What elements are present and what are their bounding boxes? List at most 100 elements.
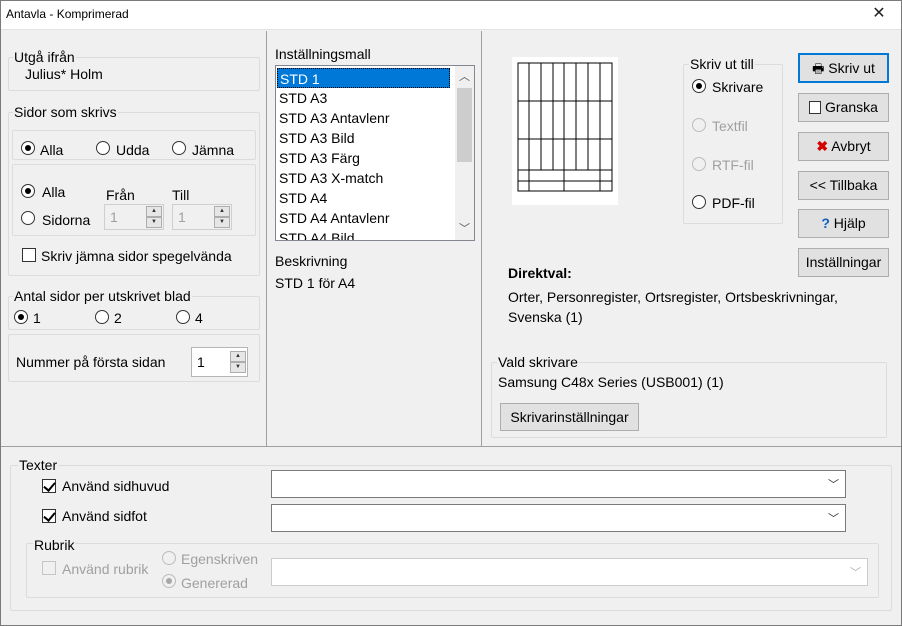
range-all-radio[interactable]	[21, 184, 35, 198]
help-button-label: Hjälp	[833, 215, 866, 231]
header-combo[interactable]: ﹀	[271, 470, 846, 498]
pages-per-sheet-1-label: 1	[33, 310, 41, 326]
pages-to-print-legend: Sidor som skrivs	[13, 104, 118, 120]
settings-button[interactable]: Inställningar	[798, 248, 889, 277]
print-to-legend: Skriv ut till	[689, 56, 755, 72]
bottom-panel-divider	[1, 446, 901, 447]
directives-line-1: Orter, Personregister, Ortsregister, Ort…	[508, 289, 838, 305]
printer-icon: 🖶	[812, 61, 825, 76]
range-pages-label: Sidorna	[42, 212, 91, 228]
scrollbar-thumb[interactable]	[457, 88, 472, 162]
first-page-number-label: Nummer på första sidan	[16, 354, 166, 370]
pages-per-sheet-4-label: 4	[195, 310, 203, 326]
chevron-down-icon[interactable]: ﹀	[828, 476, 839, 492]
template-scrollbar[interactable]: ︿ ﹀	[455, 66, 474, 240]
print-to-rtf-radio[interactable]	[692, 157, 706, 171]
x-icon: ✖	[816, 138, 829, 154]
template-item[interactable]: STD 1	[277, 68, 450, 88]
pages-per-sheet-2-radio[interactable]	[95, 310, 109, 324]
to-spinner-buttons[interactable]: ▲ ▼	[214, 206, 230, 228]
pages-per-sheet-2-label: 2	[114, 310, 122, 326]
parity-even-radio[interactable]	[172, 141, 186, 155]
back-button-label: << Tillbaka	[809, 177, 878, 193]
print-button-label: Skriv ut	[828, 60, 875, 76]
first-page-number-spinner[interactable]: 1 ▲ ▼	[191, 347, 248, 377]
template-listbox[interactable]: STD 1 STD A3 STD A3 Antavlenr STD A3 Bil…	[275, 65, 475, 241]
right-panel-divider	[481, 31, 482, 447]
spin-up-icon[interactable]: ▲	[146, 206, 162, 217]
mirror-even-label: Skriv jämna sidor spegelvända	[41, 248, 232, 264]
cancel-button-label: Avbryt	[831, 138, 871, 154]
print-to-textfile-label: Textfil	[712, 118, 748, 134]
mirror-even-checkbox[interactable]	[22, 248, 36, 262]
spin-down-icon[interactable]: ▼	[214, 217, 230, 228]
template-item[interactable]: STD A3	[277, 88, 450, 108]
template-item[interactable]: STD A4	[277, 188, 450, 208]
parity-even-label: Jämna	[192, 142, 235, 158]
use-footer-checkbox[interactable]	[42, 509, 56, 523]
template-item[interactable]: STD A3 Antavlenr	[277, 108, 450, 128]
chevron-down-icon[interactable]: ﹀	[850, 564, 861, 580]
left-panel-divider	[266, 31, 267, 447]
spin-up-icon[interactable]: ▲	[230, 351, 246, 362]
chevron-down-icon[interactable]: ﹀	[828, 510, 839, 526]
chevron-down-icon[interactable]: ﹀	[455, 220, 474, 236]
selected-printer-name: Samsung C48x Series (USB001) (1)	[498, 374, 724, 390]
heading-custom-radio[interactable]	[162, 551, 176, 565]
description-value: STD 1 för A4	[275, 275, 356, 291]
template-item[interactable]: STD A3 Färg	[277, 148, 450, 168]
use-header-label: Använd sidhuvud	[62, 478, 170, 494]
use-heading-checkbox[interactable]	[42, 561, 56, 575]
use-footer-label: Använd sidfot	[62, 508, 147, 524]
print-to-pdf-label: PDF-fil	[712, 195, 755, 211]
question-icon: ?	[821, 215, 830, 231]
template-item[interactable]: STD A4 Antavlenr	[277, 208, 450, 228]
print-to-pdf-radio[interactable]	[692, 195, 706, 209]
heading-generated-radio[interactable]	[162, 574, 176, 588]
print-to-printer-radio[interactable]	[692, 79, 706, 93]
print-button[interactable]: 🖶 Skriv ut	[798, 53, 889, 83]
from-label: Från	[106, 187, 135, 203]
range-pages-radio[interactable]	[21, 211, 35, 225]
parity-all-radio[interactable]	[21, 141, 35, 155]
first-page-spinner-buttons[interactable]: ▲ ▼	[230, 351, 246, 373]
template-label: Inställningsmall	[275, 46, 371, 62]
from-spinner-buttons[interactable]: ▲ ▼	[146, 206, 162, 228]
to-value: 1	[178, 209, 186, 225]
print-to-textfile-radio[interactable]	[692, 118, 706, 132]
use-header-checkbox[interactable]	[42, 479, 56, 493]
from-spinner[interactable]: 1 ▲ ▼	[104, 204, 164, 230]
chevron-up-icon[interactable]: ︿	[455, 68, 474, 84]
cancel-button[interactable]: ✖ Avbryt	[798, 132, 889, 161]
template-item[interactable]: STD A4 Bild	[277, 228, 450, 240]
template-item[interactable]: STD A3 Bild	[277, 128, 450, 148]
footer-combo[interactable]: ﹀	[271, 504, 846, 532]
page-layout-preview-icon	[517, 62, 613, 192]
start-from-legend: Utgå ifrån	[13, 49, 76, 65]
printer-settings-button[interactable]: Skrivarinställningar	[500, 403, 639, 431]
selected-printer-legend: Vald skrivare	[497, 354, 579, 370]
parity-odd-radio[interactable]	[96, 141, 110, 155]
settings-button-label: Inställningar	[805, 254, 882, 270]
help-button[interactable]: ? Hjälp	[798, 209, 889, 238]
close-icon[interactable]: ✕	[856, 0, 902, 30]
template-item[interactable]: STD A3 X-match	[277, 168, 450, 188]
directives-line-2: Svenska (1)	[508, 309, 583, 325]
pages-per-sheet-4-radio[interactable]	[176, 310, 190, 324]
preview-button[interactable]: Granska	[798, 93, 889, 122]
heading-custom-label: Egenskriven	[181, 551, 259, 567]
heading-combo[interactable]: ﹀	[271, 558, 868, 586]
spin-up-icon[interactable]: ▲	[214, 206, 230, 217]
start-from-value: Julius* Holm	[25, 66, 103, 82]
to-spinner[interactable]: 1 ▲ ▼	[172, 204, 232, 230]
spin-down-icon[interactable]: ▼	[230, 362, 246, 373]
back-button[interactable]: << Tillbaka	[798, 171, 889, 200]
title-bar: Antavla - Komprimerad ✕	[0, 0, 902, 30]
spin-down-icon[interactable]: ▼	[146, 217, 162, 228]
pages-per-sheet-1-radio[interactable]	[14, 310, 28, 324]
printer-settings-button-label: Skrivarinställningar	[510, 409, 629, 425]
to-label: Till	[172, 187, 190, 203]
parity-all-label: Alla	[40, 142, 64, 158]
heading-legend: Rubrik	[33, 537, 76, 553]
parity-odd-label: Udda	[116, 142, 150, 158]
